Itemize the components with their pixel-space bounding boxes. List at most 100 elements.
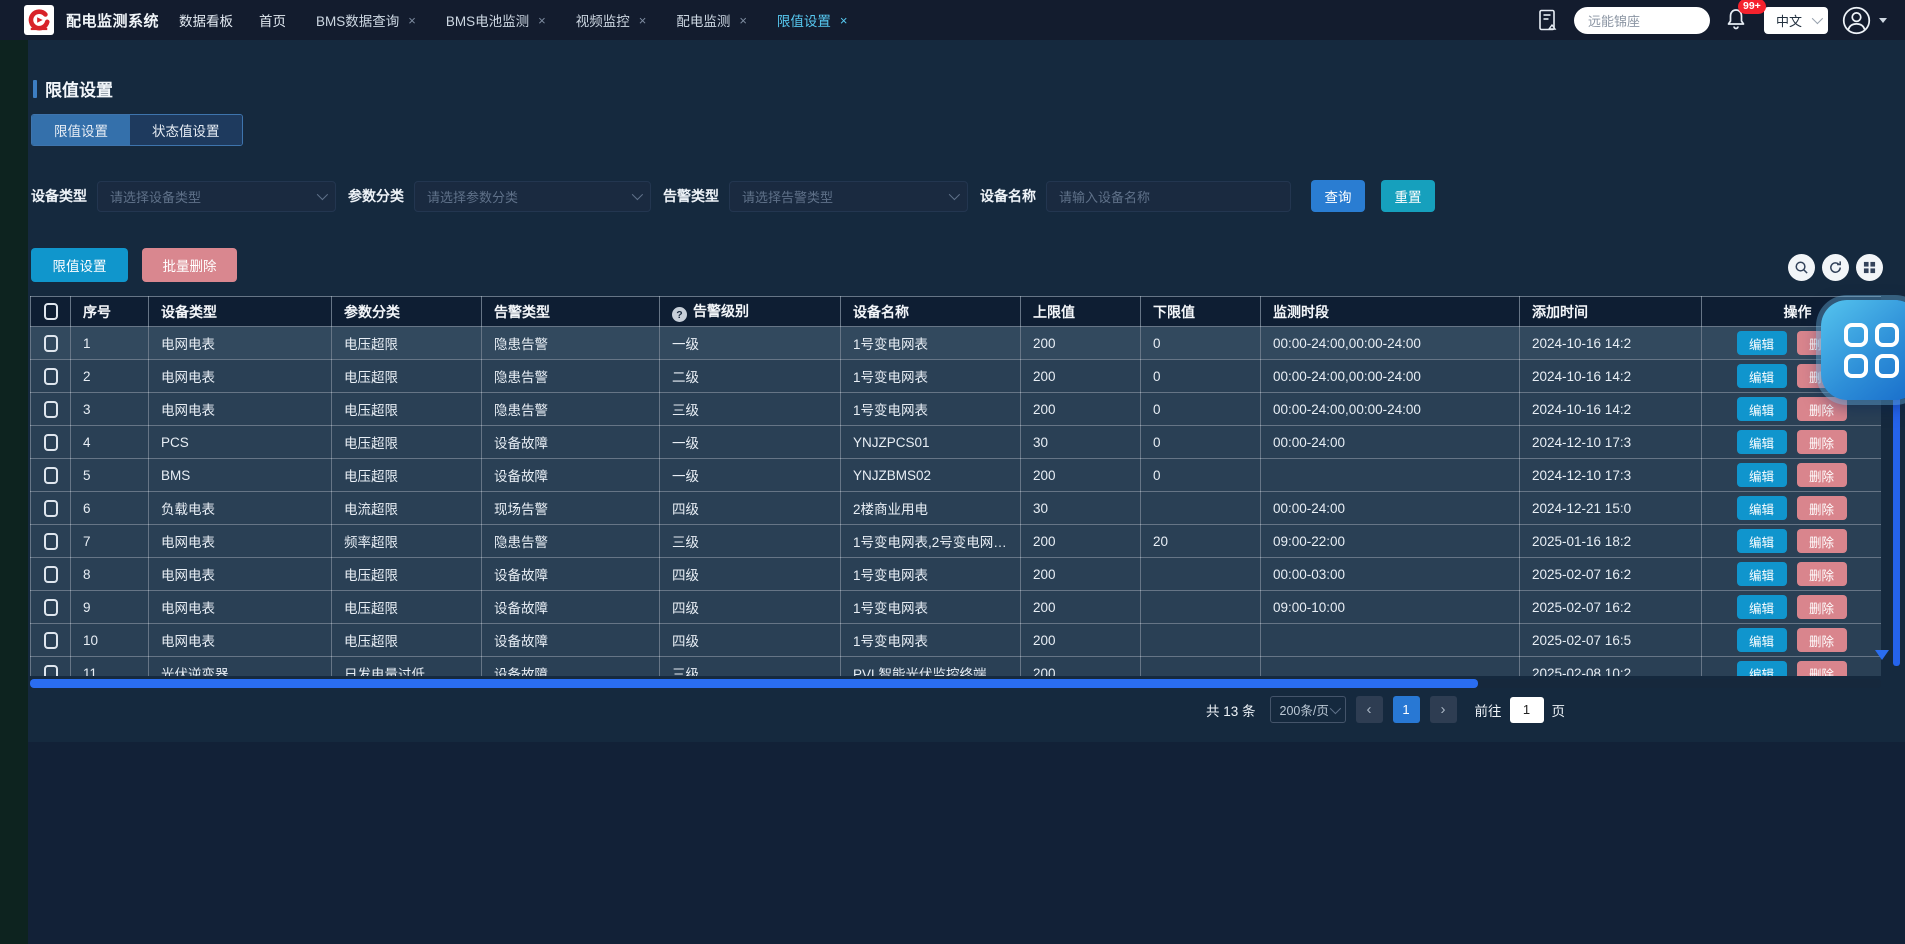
page-size-select[interactable]: 200条/页	[1270, 696, 1346, 723]
scroll-down-arrow-icon[interactable]	[1875, 650, 1889, 660]
alarm-type-label: 告警类型	[663, 186, 719, 206]
edit-button[interactable]: 编辑	[1737, 529, 1787, 553]
limit-set-button[interactable]: 限值设置	[31, 248, 128, 282]
row-checkbox[interactable]	[44, 368, 58, 385]
edit-button[interactable]: 编辑	[1737, 397, 1787, 421]
table-cell: 2025-02-08 10:2	[1520, 657, 1702, 677]
device-type-select[interactable]: 请选择设备类型	[97, 181, 336, 212]
topbar-tab[interactable]: BMS电池监测×	[446, 10, 546, 30]
current-page-button[interactable]: 1	[1393, 696, 1420, 723]
delete-button[interactable]: 删除	[1797, 496, 1847, 520]
edit-button[interactable]: 编辑	[1737, 496, 1787, 520]
device-type-placeholder: 请选择设备类型	[110, 187, 201, 206]
table-cell: 00:00-24:00,00:00-24:00	[1261, 360, 1520, 393]
filter-bar: 设备类型 请选择设备类型 参数分类 请选择参数分类 告警类型 请选择告警类型 设…	[31, 180, 1435, 212]
param-class-select[interactable]: 请选择参数分类	[414, 181, 651, 212]
edit-button[interactable]: 编辑	[1737, 661, 1787, 676]
query-button[interactable]: 查询	[1311, 180, 1365, 212]
grid-icon[interactable]	[1856, 254, 1883, 281]
edit-button[interactable]: 编辑	[1737, 331, 1787, 355]
table-cell: 频率超限	[332, 525, 482, 558]
alarm-type-select[interactable]: 请选择告警类型	[729, 181, 968, 212]
device-name-input[interactable]: 请输入设备名称	[1046, 181, 1291, 212]
row-checkbox[interactable]	[44, 500, 58, 517]
delete-button[interactable]: 删除	[1797, 562, 1847, 586]
delete-button[interactable]: 删除	[1797, 529, 1847, 553]
station-selector[interactable]: 远能锦座	[1574, 7, 1710, 34]
topbar-tab[interactable]: 配电监测×	[676, 10, 747, 30]
close-icon[interactable]: ×	[739, 13, 747, 28]
avatar-caret-icon[interactable]	[1879, 18, 1887, 23]
edit-button[interactable]: 编辑	[1737, 595, 1787, 619]
topbar-tab[interactable]: 限值设置×	[777, 10, 848, 30]
table-cell: 电压超限	[332, 393, 482, 426]
table-cell: 9	[71, 591, 149, 624]
row-checkbox[interactable]	[44, 533, 58, 550]
search-icon[interactable]	[1788, 254, 1815, 281]
edit-button[interactable]: 编辑	[1737, 430, 1787, 454]
delete-button[interactable]: 删除	[1797, 430, 1847, 454]
table-cell: 电压超限	[332, 459, 482, 492]
close-icon[interactable]: ×	[840, 13, 848, 28]
row-checkbox[interactable]	[44, 335, 58, 352]
row-checkbox[interactable]	[44, 467, 58, 484]
table-cell: 2楼商业用电	[841, 492, 1021, 525]
station-doc-icon[interactable]	[1536, 8, 1560, 32]
table-toolbar: 限值设置 批量删除	[31, 248, 237, 282]
close-icon[interactable]: ×	[408, 13, 416, 28]
edit-button[interactable]: 编辑	[1737, 562, 1787, 586]
table-cell: 1号变电网表	[841, 327, 1021, 360]
table-cell: 2024-10-16 14:2	[1520, 393, 1702, 426]
device-type-label: 设备类型	[31, 186, 87, 206]
table-cell: 10	[71, 624, 149, 657]
tab-status-settings[interactable]: 状态值设置	[130, 115, 242, 145]
goto-page-input[interactable]	[1510, 697, 1544, 723]
next-page-button[interactable]: ›	[1430, 696, 1457, 723]
row-checkbox[interactable]	[44, 632, 58, 649]
notification-bell[interactable]: 99+	[1724, 7, 1750, 33]
column-header: 监测时段	[1261, 297, 1520, 327]
menu-item-dashboard[interactable]: 数据看板	[179, 10, 233, 30]
table-row: 1电网电表电压超限隐患告警一级1号变电网表200000:00-24:00,00:…	[31, 327, 1882, 360]
delete-button[interactable]: 删除	[1797, 628, 1847, 652]
refresh-icon[interactable]	[1822, 254, 1849, 281]
table-cell	[1261, 459, 1520, 492]
table-cell: 电压超限	[332, 624, 482, 657]
row-checkbox[interactable]	[44, 665, 58, 677]
delete-button[interactable]: 删除	[1797, 595, 1847, 619]
table-cell: 三级	[660, 525, 841, 558]
horizontal-scrollbar-thumb[interactable]	[30, 679, 1478, 688]
table-cell	[1141, 624, 1261, 657]
topbar-tab[interactable]: 视频监控×	[576, 10, 647, 30]
avatar[interactable]	[1842, 6, 1871, 35]
edit-button[interactable]: 编辑	[1737, 628, 1787, 652]
row-checkbox[interactable]	[44, 434, 58, 451]
table-cell: 四级	[660, 492, 841, 525]
select-all-checkbox[interactable]	[44, 303, 58, 320]
edit-button[interactable]: 编辑	[1737, 364, 1787, 388]
close-icon[interactable]: ×	[639, 13, 647, 28]
language-selector[interactable]: 中文	[1764, 7, 1828, 34]
row-checkbox[interactable]	[44, 566, 58, 583]
apps-grid-icon	[1844, 323, 1899, 378]
tab-limit-settings[interactable]: 限值设置	[32, 115, 130, 145]
reset-button[interactable]: 重置	[1381, 180, 1435, 212]
close-icon[interactable]: ×	[538, 13, 546, 28]
row-checkbox[interactable]	[44, 401, 58, 418]
prev-page-button[interactable]: ‹	[1356, 696, 1383, 723]
topbar-tab[interactable]: BMS数据查询×	[316, 10, 416, 30]
delete-button[interactable]: 删除	[1797, 397, 1847, 421]
delete-button[interactable]: 删除	[1797, 463, 1847, 487]
delete-button[interactable]: 删除	[1797, 661, 1847, 676]
table-cell: 现场告警	[482, 492, 660, 525]
chevron-down-icon	[317, 189, 328, 200]
page-size-value: 200条/页	[1280, 700, 1329, 719]
batch-delete-button[interactable]: 批量删除	[142, 248, 237, 282]
row-checkbox[interactable]	[44, 599, 58, 616]
menu-item-home[interactable]: 首页	[259, 10, 286, 30]
floating-menu-widget[interactable]	[1821, 300, 1905, 400]
table-cell: 电网电表	[149, 393, 332, 426]
table-cell: 隐患告警	[482, 393, 660, 426]
edit-button[interactable]: 编辑	[1737, 463, 1787, 487]
table-row: 2电网电表电压超限隐患告警二级1号变电网表200000:00-24:00,00:…	[31, 360, 1882, 393]
